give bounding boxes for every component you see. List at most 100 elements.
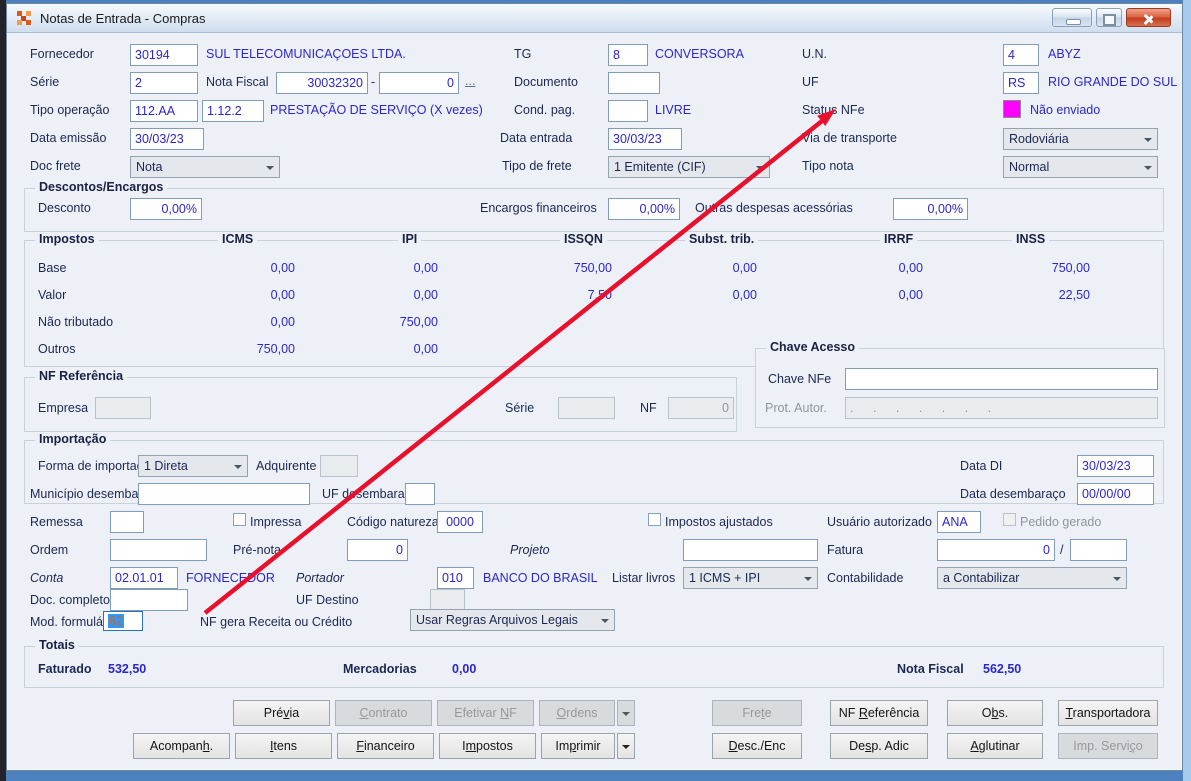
minimize-button[interactable] bbox=[1052, 8, 1092, 27]
desp-adic-button[interactable]: Desp. Adic bbox=[830, 733, 928, 759]
chave-acesso-legend: Chave Acesso bbox=[766, 340, 859, 354]
ordem-input[interactable] bbox=[110, 539, 207, 561]
fatura-label: Fatura bbox=[827, 543, 864, 557]
tax-value: 0,00 bbox=[898, 261, 923, 275]
serie-ref-input bbox=[558, 397, 615, 419]
tax-value: 750,00 bbox=[256, 342, 295, 356]
fatura-parcela-input[interactable] bbox=[1070, 539, 1127, 561]
prot-autor-input: . . . . . . . bbox=[845, 397, 1158, 419]
fatura-input[interactable]: 0 bbox=[937, 539, 1055, 561]
contabilidade-select[interactable]: a Contabilizar bbox=[937, 567, 1127, 589]
aglutinar-button[interactable]: Aglutinar bbox=[947, 733, 1043, 759]
portador-input[interactable]: 010 bbox=[437, 567, 474, 589]
chevron-down-icon bbox=[804, 577, 812, 585]
cond-pag-input[interactable] bbox=[608, 100, 648, 122]
nota-fiscal-input[interactable]: 30032320 bbox=[276, 72, 368, 94]
chevron-down-icon bbox=[1113, 577, 1121, 585]
projeto-label: Projeto bbox=[510, 543, 550, 557]
impressa-label: Impressa bbox=[250, 515, 302, 529]
uf-desc: RIO GRANDE DO SUL bbox=[1048, 75, 1178, 89]
remessa-input[interactable] bbox=[110, 511, 144, 533]
forma-importacao-select[interactable]: 1 Direta bbox=[138, 455, 248, 477]
via-transporte-select[interactable]: Rodoviária bbox=[1003, 128, 1158, 150]
nf-referencia-button[interactable]: NF Referência bbox=[830, 700, 928, 726]
imprimir-button[interactable]: Imprimir bbox=[541, 733, 615, 759]
via-transporte-label: Via de transporte bbox=[802, 131, 897, 145]
doc-frete-label: Doc frete bbox=[30, 159, 81, 173]
maximize-button[interactable] bbox=[1096, 8, 1122, 27]
mod-formulario-input[interactable]: 62 bbox=[103, 611, 143, 631]
tipo-operacao-input2[interactable]: 1.12.2 bbox=[202, 100, 264, 122]
codigo-natureza-input[interactable]: 0000 bbox=[437, 511, 483, 533]
conta-desc: FORNECEDOR bbox=[186, 571, 275, 585]
doc-frete-select[interactable]: Nota bbox=[130, 156, 280, 178]
previa-button[interactable]: Prévia bbox=[233, 700, 330, 726]
un-desc: ABYZ bbox=[1048, 47, 1081, 61]
efetivar-nf-button: Efetivar NF bbox=[437, 700, 534, 726]
outras-despesas-input[interactable]: 0,00% bbox=[893, 198, 968, 220]
chave-nfe-input[interactable] bbox=[845, 368, 1158, 390]
window-title: Notas de Entrada - Compras bbox=[40, 11, 206, 26]
nota-fiscal-total-value: 562,50 bbox=[983, 662, 1022, 676]
conta-input[interactable]: 02.01.01 bbox=[110, 567, 178, 589]
uf-input[interactable]: RS bbox=[1003, 72, 1039, 94]
pre-nota-input[interactable]: 0 bbox=[347, 539, 408, 561]
tipo-nota-select[interactable]: Normal bbox=[1003, 156, 1158, 178]
impressa-checkbox[interactable] bbox=[233, 513, 246, 526]
impostos-ajustados-checkbox[interactable] bbox=[648, 513, 661, 526]
data-entrada-input[interactable]: 30/03/23 bbox=[608, 128, 682, 150]
data-desembaraco-input[interactable]: 00/00/00 bbox=[1077, 483, 1154, 505]
encargos-label: Encargos financeiros bbox=[480, 201, 597, 215]
tipo-nota-label: Tipo nota bbox=[802, 159, 854, 173]
nota-fiscal-seq-input[interactable]: 0 bbox=[379, 72, 459, 94]
fornecedor-input[interactable]: 30194 bbox=[130, 44, 198, 66]
obs-button[interactable]: Obs. bbox=[947, 700, 1043, 726]
tax-value: 750,00 bbox=[573, 261, 612, 275]
tax-value: 22,50 bbox=[1058, 288, 1090, 302]
itens-button[interactable]: Itens bbox=[235, 733, 332, 759]
tipo-frete-label: Tipo de frete bbox=[502, 159, 572, 173]
uf-label: UF bbox=[802, 75, 819, 89]
imprimir-dropdown-button[interactable] bbox=[617, 733, 635, 759]
fornecedor-desc: SUL TELECOMUNICAÇOES LTDA. bbox=[206, 47, 406, 61]
remessa-label: Remessa bbox=[30, 515, 83, 529]
chevron-down-icon bbox=[756, 166, 764, 174]
financeiro-button[interactable]: Financeiro bbox=[337, 733, 434, 759]
encargos-input[interactable]: 0,00% bbox=[608, 198, 680, 220]
cond-pag-desc: LIVRE bbox=[655, 103, 692, 117]
chevron-down-icon bbox=[1144, 166, 1152, 174]
tipo-operacao-input1[interactable]: 112.AA bbox=[130, 100, 198, 122]
maximize-icon bbox=[1103, 14, 1116, 26]
tax-value: 750,00 bbox=[1051, 261, 1090, 275]
data-entrada-label: Data entrada bbox=[500, 131, 573, 145]
documento-label: Documento bbox=[514, 75, 578, 89]
municipio-desembaraco-input[interactable] bbox=[138, 483, 310, 505]
serie-input[interactable]: 2 bbox=[130, 72, 198, 94]
desc-enc-button[interactable]: Desc./Enc bbox=[712, 733, 802, 759]
un-input[interactable]: 4 bbox=[1003, 44, 1039, 66]
data-di-input[interactable]: 30/03/23 bbox=[1077, 455, 1154, 477]
impostos-button[interactable]: Impostos bbox=[439, 733, 536, 759]
chevron-down-icon bbox=[266, 166, 274, 174]
nota-fiscal-dash: - bbox=[371, 75, 376, 89]
tipo-frete-select[interactable]: 1 Emitente (CIF) bbox=[608, 156, 770, 178]
nota-fiscal-browse-link[interactable]: ... bbox=[465, 74, 475, 88]
pedido-gerado-label: Pedido gerado bbox=[1020, 515, 1102, 529]
data-emissao-label: Data emissão bbox=[30, 131, 107, 145]
uf-desembaraco-input[interactable] bbox=[405, 483, 435, 505]
projeto-input[interactable] bbox=[683, 539, 818, 561]
doc-completo-input[interactable] bbox=[110, 589, 188, 611]
tg-input[interactable]: 8 bbox=[608, 44, 648, 66]
documento-input[interactable] bbox=[608, 72, 660, 94]
nf-referencia-legend: NF Referência bbox=[35, 369, 128, 383]
ordens-dropdown-button bbox=[617, 700, 635, 726]
tax-value: 0,00 bbox=[898, 288, 923, 302]
transportadora-button[interactable]: Transportadora bbox=[1058, 700, 1158, 726]
listar-livros-select[interactable]: 1 ICMS + IPI bbox=[683, 567, 818, 589]
acompanh-button[interactable]: Acompanh. bbox=[133, 733, 230, 759]
data-emissao-input[interactable]: 30/03/23 bbox=[130, 128, 204, 150]
nf-gera-select[interactable]: Usar Regras Arquivos Legais bbox=[410, 609, 615, 631]
usuario-autorizado-input[interactable]: ANA bbox=[937, 511, 981, 533]
desconto-input[interactable]: 0,00% bbox=[130, 198, 202, 220]
close-button[interactable] bbox=[1126, 8, 1171, 27]
